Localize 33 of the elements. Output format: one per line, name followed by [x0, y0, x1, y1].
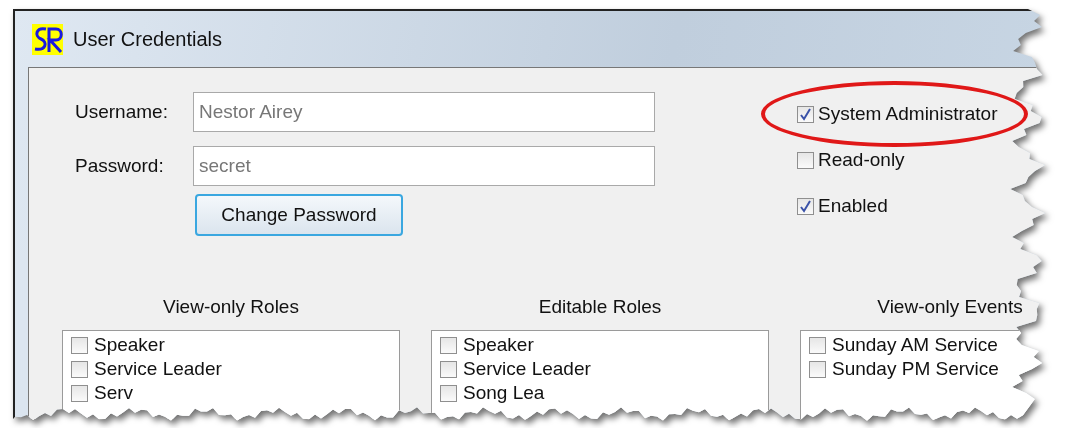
checkbox[interactable] [797, 151, 814, 169]
list-title: View-only Roles [163, 296, 299, 317]
checkbox[interactable] [440, 336, 457, 354]
field-label: Password: [75, 155, 165, 177]
checkbox[interactable] [440, 384, 457, 402]
list-item[interactable]: Sunday PM Service [832, 358, 999, 380]
list-item[interactable]: Serv [94, 382, 134, 404]
check-icon [799, 199, 812, 213]
check-icon [799, 107, 812, 121]
list-title: Editable Roles [538, 296, 662, 317]
list-item[interactable]: Service Leader [94, 358, 222, 380]
list-item[interactable]: Service Leader [463, 358, 591, 380]
checkbox[interactable] [440, 360, 457, 378]
list-item[interactable]: Sunday AM Service [832, 334, 998, 356]
checkbox[interactable] [809, 336, 826, 354]
checkbox[interactable] [71, 336, 88, 354]
checkbox[interactable] [71, 384, 88, 402]
checkbox[interactable] [809, 360, 826, 378]
change-password-button[interactable]: Change Password [195, 194, 403, 236]
list-item[interactable]: Speaker [94, 334, 165, 356]
checkbox-label: Read-only [818, 149, 905, 171]
list-item[interactable]: Song Lea [463, 382, 545, 404]
list-item[interactable]: Speaker [463, 334, 534, 356]
checkbox-label: System Administrator [818, 103, 998, 125]
checkbox-label: Enabled [818, 195, 888, 217]
input-field[interactable]: Nestor Airey [193, 92, 655, 132]
window-title: User Credentials [73, 27, 222, 51]
checkbox[interactable] [797, 197, 814, 215]
list-title: View-only Events [877, 296, 1023, 317]
input-field[interactable]: secret [193, 146, 655, 186]
field-label: Username: [75, 101, 169, 123]
checkbox[interactable] [71, 360, 88, 378]
checkbox[interactable] [797, 105, 814, 123]
